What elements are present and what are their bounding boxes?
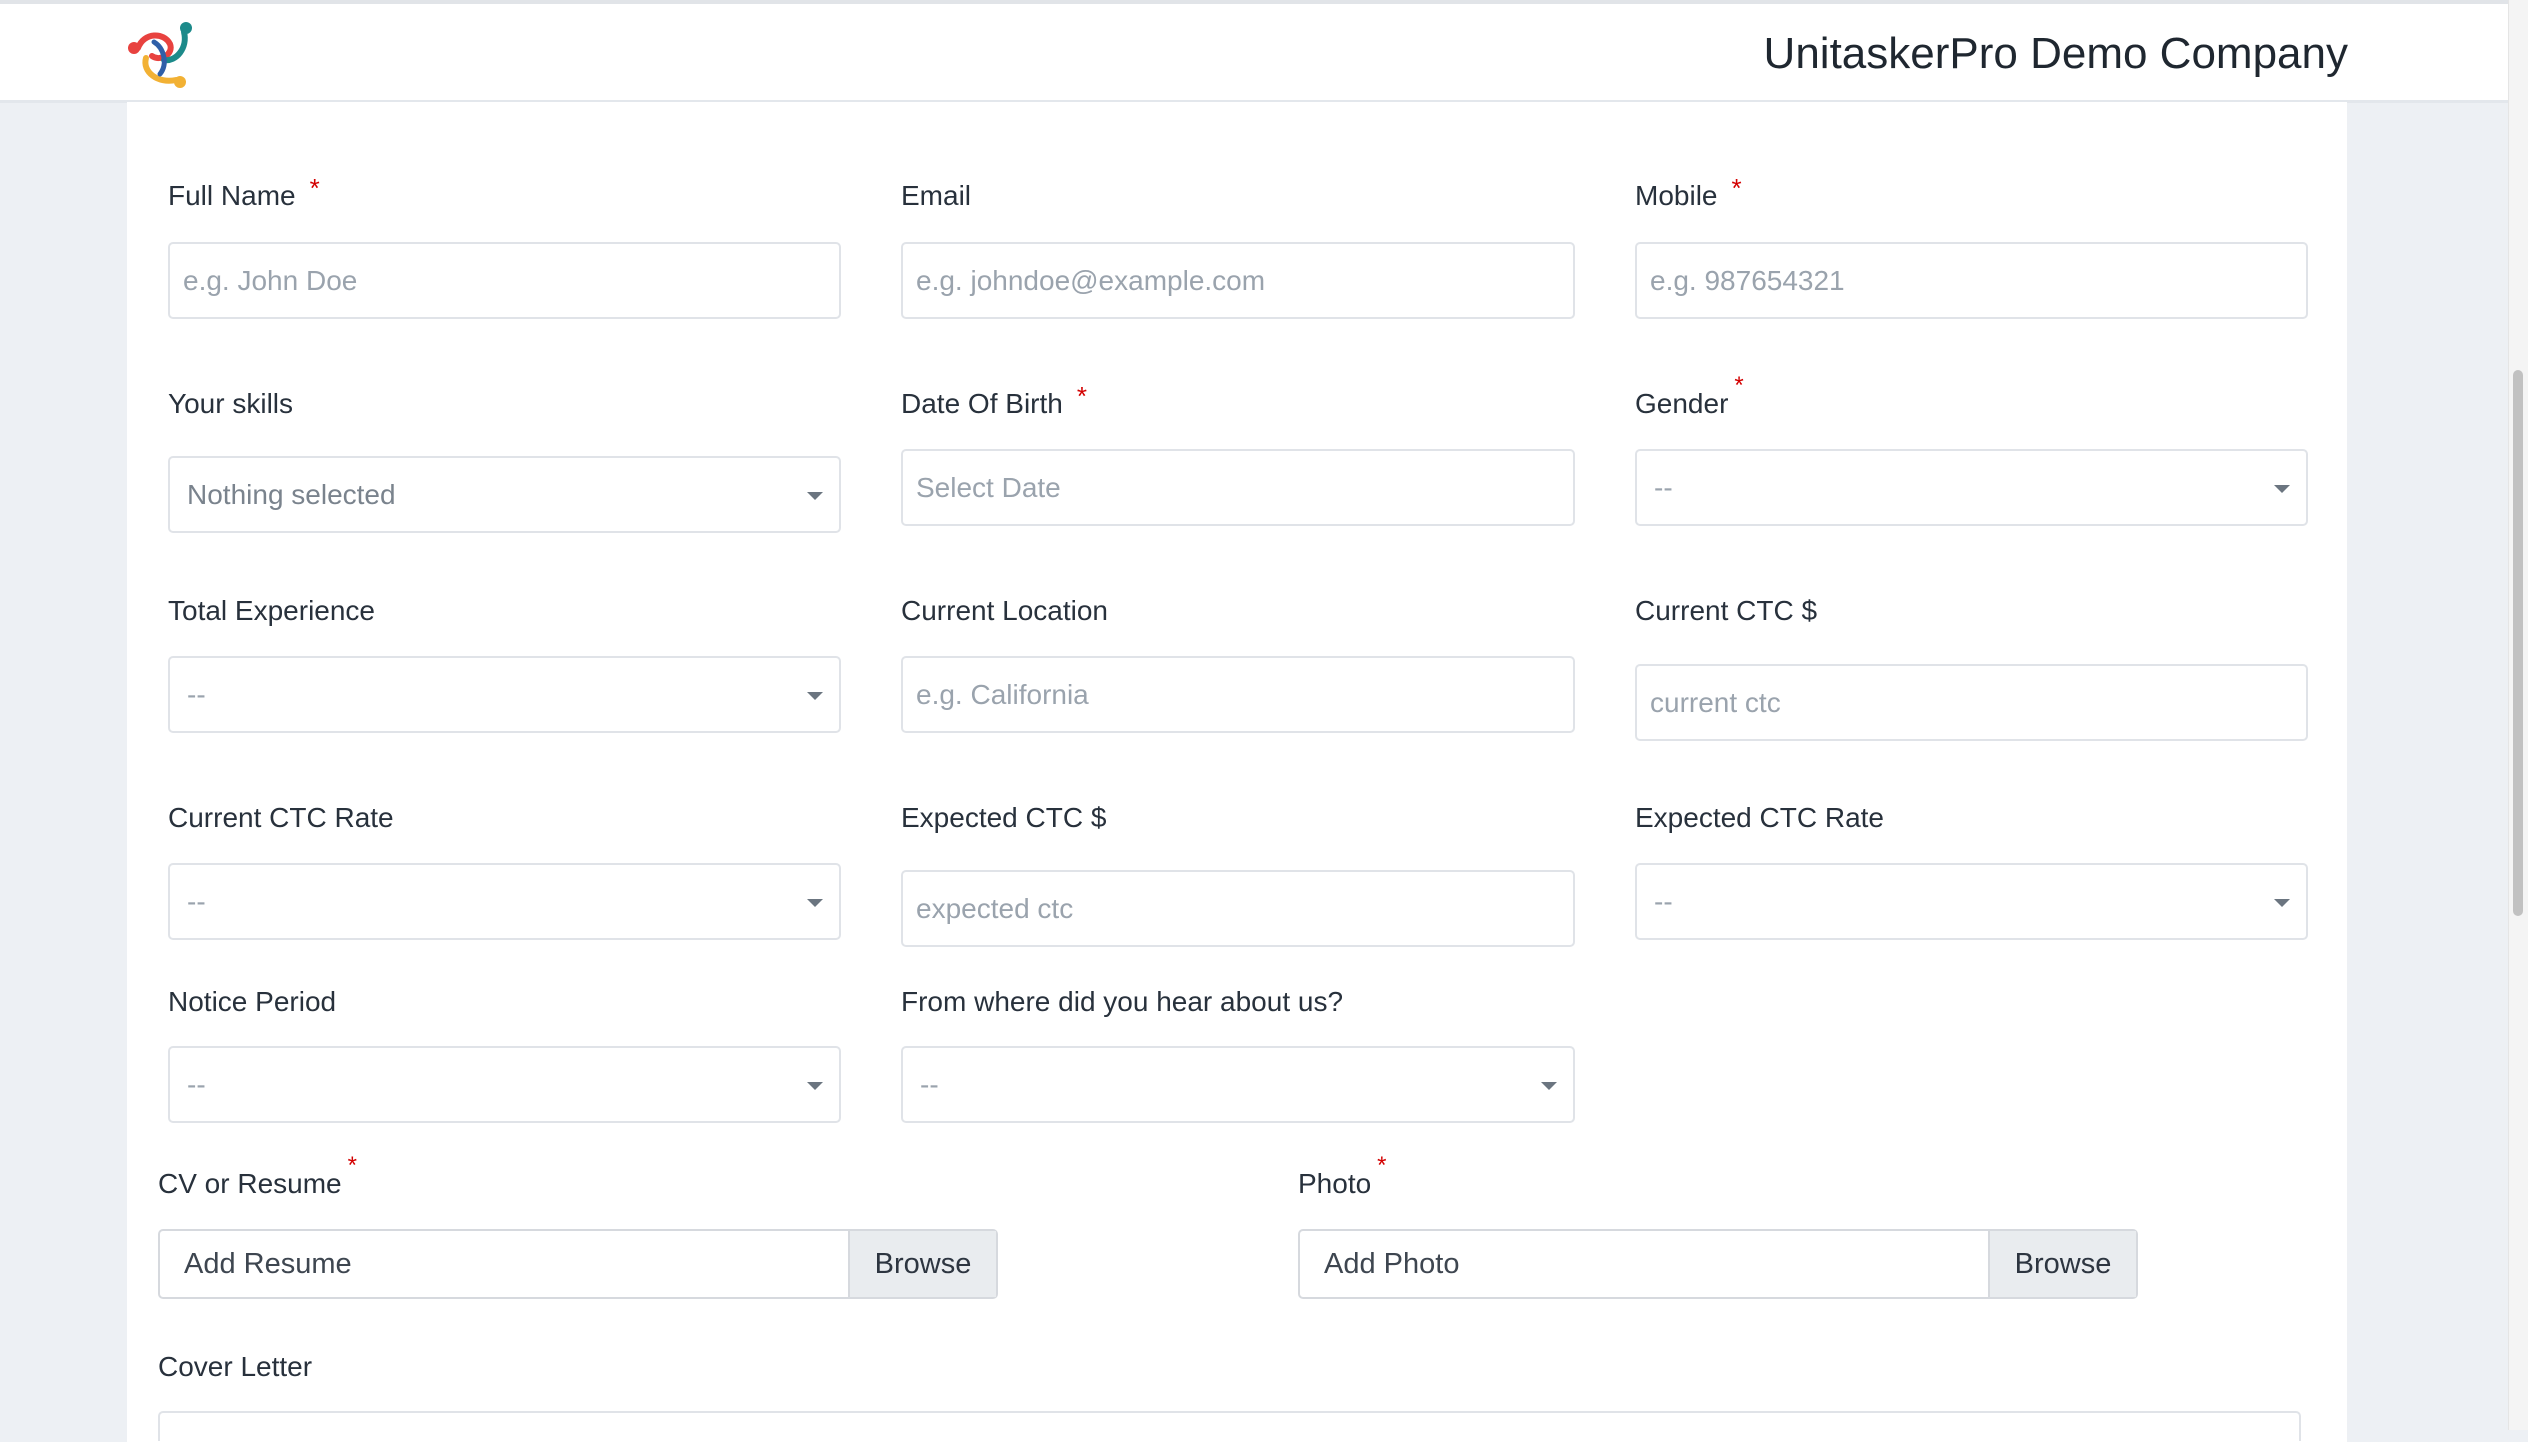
current-location-label: Current Location (901, 595, 1109, 626)
top-header: UnitaskerPro Demo Company (0, 4, 2508, 103)
source-label: From where did you hear about us? (901, 986, 1344, 1017)
full-name-placeholder: e.g. John Doe (183, 264, 358, 296)
dob-label: Date Of Birth * (901, 381, 1087, 419)
skills-select[interactable]: Nothing selected (168, 456, 841, 533)
notice-period-selected-value: -- (187, 1068, 206, 1100)
expected-ctc-label: Expected CTC $ (901, 802, 1107, 833)
dob-input[interactable]: Select Date (901, 449, 1575, 526)
gender-selected-value: -- (1654, 471, 1673, 503)
current-ctc-rate-selected-value: -- (187, 885, 206, 917)
photo-file-input[interactable]: Add Photo Browse (1298, 1229, 2138, 1299)
chevron-down-icon (807, 691, 823, 700)
current-ctc-rate-label: Current CTC Rate (168, 802, 394, 833)
cover-letter-label: Cover Letter (158, 1351, 313, 1382)
source-select[interactable]: -- (901, 1046, 1575, 1123)
required-marker: * (1734, 372, 1744, 399)
chevron-down-icon (807, 491, 823, 500)
resume-file-name: Add Resume (184, 1247, 352, 1280)
expected-ctc-placeholder: expected ctc (916, 892, 1074, 924)
total-experience-selected-value: -- (187, 678, 206, 710)
source-selected-value: -- (920, 1068, 939, 1100)
current-location-input[interactable]: e.g. California (901, 656, 1575, 733)
expected-ctc-rate-select[interactable]: -- (1635, 863, 2308, 940)
chevron-down-icon (1541, 1081, 1557, 1090)
chevron-down-icon (807, 898, 823, 907)
cover-letter-textarea[interactable] (158, 1411, 2301, 1441)
company-logo (128, 22, 192, 88)
chevron-down-icon (2274, 898, 2290, 907)
email-label: Email (901, 180, 972, 211)
expected-ctc-rate-label: Expected CTC Rate (1635, 802, 1884, 833)
total-experience-label: Total Experience (168, 595, 376, 626)
resume-label: CV or Resume* (158, 1152, 357, 1199)
dob-placeholder: Select Date (916, 471, 1061, 503)
photo-label: Photo* (1298, 1152, 1387, 1199)
photo-file-name: Add Photo (1324, 1247, 1460, 1280)
mobile-input[interactable]: e.g. 987654321 (1635, 242, 2308, 319)
required-marker: * (1377, 1152, 1387, 1179)
resume-file-input[interactable]: Add Resume Browse (158, 1229, 998, 1299)
required-marker: * (1076, 381, 1087, 411)
current-location-placeholder: e.g. California (916, 678, 1089, 710)
company-name: UnitaskerPro Demo Company (1763, 29, 2348, 78)
skills-selected-value: Nothing selected (187, 478, 396, 510)
resume-browse-button[interactable]: Browse (848, 1231, 996, 1297)
scrollbar-thumb[interactable] (2513, 370, 2523, 916)
expected-ctc-rate-selected-value: -- (1654, 885, 1673, 917)
gender-select[interactable]: -- (1635, 449, 2308, 526)
notice-period-label: Notice Period (168, 986, 337, 1017)
skills-label: Your skills (168, 388, 294, 419)
current-ctc-label: Current CTC $ (1635, 595, 1818, 626)
current-ctc-input[interactable]: current ctc (1635, 664, 2308, 741)
chevron-down-icon (2274, 484, 2290, 493)
gender-label: Gender* (1635, 372, 1744, 419)
full-name-input[interactable]: e.g. John Doe (168, 242, 841, 319)
mobile-placeholder: e.g. 987654321 (1650, 264, 1845, 296)
expected-ctc-input[interactable]: expected ctc (901, 870, 1575, 947)
required-marker: * (347, 1152, 357, 1179)
photo-browse-button[interactable]: Browse (1988, 1231, 2136, 1297)
mobile-label: Mobile * (1635, 173, 1742, 211)
required-marker: * (1731, 173, 1742, 203)
current-ctc-placeholder: current ctc (1650, 686, 1781, 718)
required-marker: * (309, 173, 320, 203)
full-name-label: Full Name * (168, 173, 320, 211)
total-experience-select[interactable]: -- (168, 656, 841, 733)
chevron-down-icon (807, 1081, 823, 1090)
email-placeholder: e.g. johndoe@example.com (916, 264, 1266, 296)
current-ctc-rate-select[interactable]: -- (168, 863, 841, 940)
notice-period-select[interactable]: -- (168, 1046, 841, 1123)
email-input[interactable]: e.g. johndoe@example.com (901, 242, 1575, 319)
